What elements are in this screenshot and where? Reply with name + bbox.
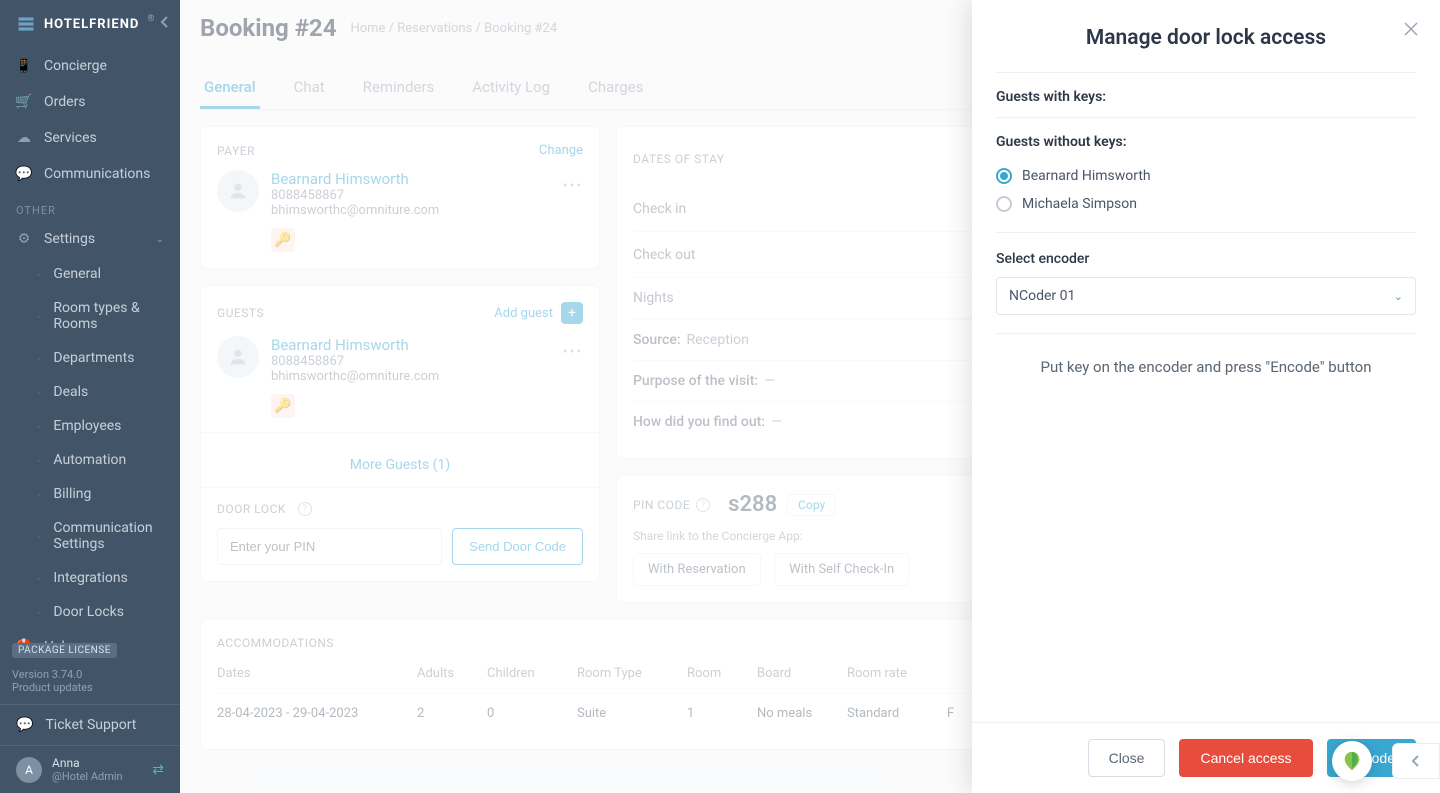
help-fab[interactable] <box>1332 741 1372 781</box>
sidebar-item-orders[interactable]: 🛒 Orders <box>0 84 180 120</box>
sidebar-label: General <box>53 266 101 282</box>
sidebar-label: Services <box>44 130 97 146</box>
radio-selected-icon[interactable] <box>996 168 1012 184</box>
sidebar-label: Settings <box>44 231 95 247</box>
chevron-down-icon: ⌄ <box>1394 290 1403 303</box>
version-text: Version 3.74.0 <box>0 668 180 681</box>
sidebar-section-other: OTHER <box>0 192 180 221</box>
sidebar-label: Communication Settings <box>53 520 164 552</box>
select-encoder-label: Select encoder <box>996 233 1416 277</box>
user-role: @Hotel Admin <box>52 770 123 783</box>
brand-icon <box>16 14 36 34</box>
sidebar-sub-rooms[interactable]: Room types & Rooms <box>0 291 180 341</box>
sidebar-label: Automation <box>53 452 126 468</box>
encoder-select[interactable]: NCoder 01 ⌄ <box>996 277 1416 315</box>
sidebar-label: Deals <box>53 384 88 400</box>
sidebar-sub-general[interactable]: General <box>0 257 180 291</box>
side-expand-tab[interactable] <box>1392 743 1440 779</box>
user-name: Anna <box>52 756 123 770</box>
ticket-icon: 💬 <box>16 717 33 733</box>
sidebar-label: Room types & Rooms <box>53 300 164 332</box>
guest-radio-1[interactable]: Bearnard Himsworth <box>996 162 1416 190</box>
gear-icon: ⚙ <box>16 231 32 247</box>
chat-icon: 💬 <box>16 166 32 182</box>
encode-hint: Put key on the encoder and press "Encode… <box>996 334 1416 400</box>
panel-title: Manage door lock access <box>996 26 1416 50</box>
package-badge: PACKAGE LICENSE <box>12 643 117 658</box>
sidebar-item-concierge[interactable]: 📱 Concierge <box>0 48 180 84</box>
sidebar-label: Concierge <box>44 58 107 74</box>
sidebar-label: Orders <box>44 94 86 110</box>
phone-icon: 📱 <box>16 58 32 74</box>
sidebar-label: Door Locks <box>53 604 124 620</box>
guest-radio-label: Michaela Simpson <box>1022 196 1137 212</box>
sidebar-sub-comm[interactable]: Communication Settings <box>0 511 180 561</box>
ticket-support[interactable]: 💬 Ticket Support <box>0 704 180 745</box>
sidebar-label: Communications <box>44 166 150 182</box>
sidebar-sub-doorlocks[interactable]: Door Locks <box>0 595 180 629</box>
product-updates-link[interactable]: Product updates <box>0 681 180 704</box>
sidebar-sub-deals[interactable]: Deals <box>0 375 180 409</box>
sidebar-label: Integrations <box>53 570 127 586</box>
sidebar-item-communications[interactable]: 💬 Communications <box>0 156 180 192</box>
brand: HOTELFRIEND® <box>0 0 180 48</box>
close-button[interactable]: Close <box>1088 739 1166 777</box>
cloud-icon: ☁ <box>16 130 32 146</box>
manage-door-lock-panel: Manage door lock access Guests with keys… <box>972 0 1440 793</box>
sidebar: HOTELFRIEND® 📱 Concierge 🛒 Orders ☁ Service… <box>0 0 180 793</box>
close-icon[interactable] <box>1404 22 1418 40</box>
chevron-down-icon: ⌄ <box>156 234 164 245</box>
sidebar-sub-departments[interactable]: Departments <box>0 341 180 375</box>
guest-radio-2[interactable]: Michaela Simpson <box>996 190 1416 218</box>
brand-text: HOTELFRIEND <box>44 17 139 32</box>
avatar-icon: A <box>16 757 42 783</box>
guests-with-keys-label: Guests with keys: <box>996 73 1416 117</box>
sidebar-label: Employees <box>53 418 121 434</box>
swap-icon[interactable]: ⇄ <box>152 762 164 778</box>
guest-radio-label: Bearnard Himsworth <box>1022 168 1151 184</box>
guests-without-keys-label: Guests without keys: <box>996 118 1416 162</box>
sidebar-sub-integrations[interactable]: Integrations <box>0 561 180 595</box>
radio-unselected-icon[interactable] <box>996 196 1012 212</box>
sidebar-sub-automation[interactable]: Automation <box>0 443 180 477</box>
sidebar-sub-employees[interactable]: Employees <box>0 409 180 443</box>
sidebar-item-services[interactable]: ☁ Services <box>0 120 180 156</box>
leaf-icon <box>1341 750 1363 772</box>
cancel-access-button[interactable]: Cancel access <box>1179 739 1312 777</box>
cart-icon: 🛒 <box>16 94 32 110</box>
encoder-value: NCoder 01 <box>1009 288 1075 304</box>
sidebar-label: Ticket Support <box>45 717 136 733</box>
sidebar-sub-billing[interactable]: Billing <box>0 477 180 511</box>
sidebar-collapse-button[interactable] <box>160 16 170 32</box>
sidebar-label: Departments <box>53 350 134 366</box>
sidebar-item-settings[interactable]: ⚙ Settings ⌄ <box>0 221 180 257</box>
sidebar-label: Billing <box>53 486 91 502</box>
user-menu[interactable]: A Anna @Hotel Admin ⇄ <box>0 745 180 793</box>
